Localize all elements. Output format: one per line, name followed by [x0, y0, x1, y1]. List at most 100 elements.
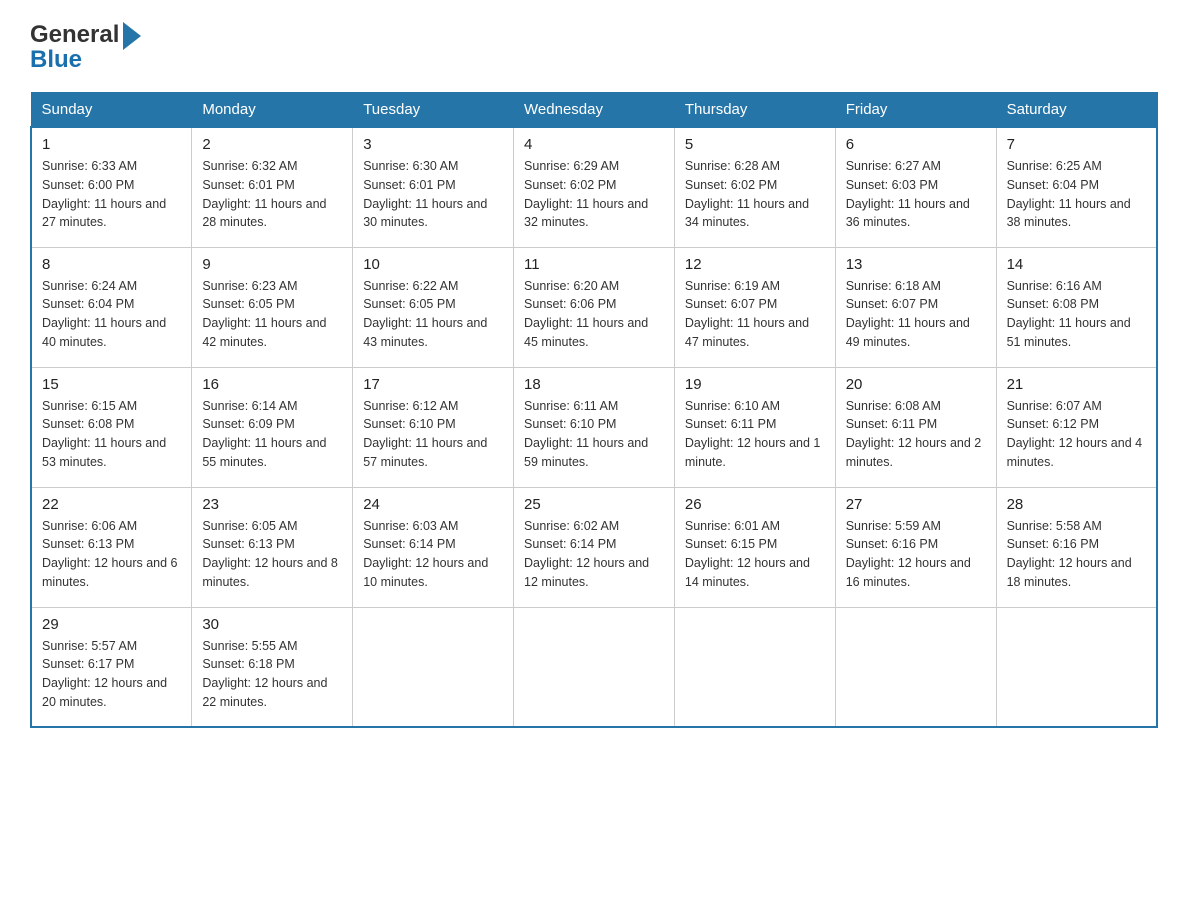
sunset-label: Sunset: 6:18 PM	[202, 657, 294, 671]
day-info: Sunrise: 6:18 AM Sunset: 6:07 PM Dayligh…	[846, 277, 986, 352]
calendar-week-row: 15 Sunrise: 6:15 AM Sunset: 6:08 PM Dayl…	[31, 367, 1157, 487]
sunrise-label: Sunrise: 6:20 AM	[524, 279, 619, 293]
calendar-day-cell	[996, 607, 1157, 727]
day-number: 2	[202, 136, 342, 153]
daylight-label: Daylight: 11 hours and 45 minutes.	[524, 316, 648, 349]
day-number: 1	[42, 136, 181, 153]
sunset-label: Sunset: 6:14 PM	[524, 537, 616, 551]
calendar-week-row: 1 Sunrise: 6:33 AM Sunset: 6:00 PM Dayli…	[31, 127, 1157, 247]
calendar-table: SundayMondayTuesdayWednesdayThursdayFrid…	[30, 92, 1158, 728]
calendar-day-cell: 20 Sunrise: 6:08 AM Sunset: 6:11 PM Dayl…	[835, 367, 996, 487]
sunrise-label: Sunrise: 5:55 AM	[202, 639, 297, 653]
day-number: 25	[524, 496, 664, 513]
day-info: Sunrise: 5:57 AM Sunset: 6:17 PM Dayligh…	[42, 637, 181, 712]
daylight-label: Daylight: 12 hours and 6 minutes.	[42, 556, 178, 589]
sunset-label: Sunset: 6:16 PM	[1007, 537, 1099, 551]
day-info: Sunrise: 6:01 AM Sunset: 6:15 PM Dayligh…	[685, 517, 825, 592]
day-info: Sunrise: 5:58 AM Sunset: 6:16 PM Dayligh…	[1007, 517, 1146, 592]
sunrise-label: Sunrise: 5:59 AM	[846, 519, 941, 533]
calendar-day-cell: 17 Sunrise: 6:12 AM Sunset: 6:10 PM Dayl…	[353, 367, 514, 487]
day-info: Sunrise: 6:06 AM Sunset: 6:13 PM Dayligh…	[42, 517, 181, 592]
sunrise-label: Sunrise: 6:32 AM	[202, 159, 297, 173]
day-info: Sunrise: 6:03 AM Sunset: 6:14 PM Dayligh…	[363, 517, 503, 592]
daylight-label: Daylight: 11 hours and 53 minutes.	[42, 436, 166, 469]
sunset-label: Sunset: 6:03 PM	[846, 178, 938, 192]
logo: General Blue	[30, 20, 141, 74]
calendar-day-cell: 2 Sunrise: 6:32 AM Sunset: 6:01 PM Dayli…	[192, 127, 353, 247]
calendar-day-cell: 9 Sunrise: 6:23 AM Sunset: 6:05 PM Dayli…	[192, 247, 353, 367]
daylight-label: Daylight: 12 hours and 1 minute.	[685, 436, 821, 469]
day-number: 22	[42, 496, 181, 513]
calendar-day-cell: 12 Sunrise: 6:19 AM Sunset: 6:07 PM Dayl…	[674, 247, 835, 367]
day-info: Sunrise: 6:02 AM Sunset: 6:14 PM Dayligh…	[524, 517, 664, 592]
sunset-label: Sunset: 6:05 PM	[363, 297, 455, 311]
day-of-week-header: Thursday	[674, 93, 835, 128]
logo-arrow-icon	[123, 22, 141, 50]
day-number: 4	[524, 136, 664, 153]
day-number: 16	[202, 376, 342, 393]
calendar-day-cell: 19 Sunrise: 6:10 AM Sunset: 6:11 PM Dayl…	[674, 367, 835, 487]
day-number: 12	[685, 256, 825, 273]
calendar-day-cell: 7 Sunrise: 6:25 AM Sunset: 6:04 PM Dayli…	[996, 127, 1157, 247]
day-info: Sunrise: 6:33 AM Sunset: 6:00 PM Dayligh…	[42, 157, 181, 232]
day-number: 13	[846, 256, 986, 273]
sunset-label: Sunset: 6:02 PM	[524, 178, 616, 192]
day-info: Sunrise: 6:25 AM Sunset: 6:04 PM Dayligh…	[1007, 157, 1146, 232]
day-info: Sunrise: 6:19 AM Sunset: 6:07 PM Dayligh…	[685, 277, 825, 352]
day-info: Sunrise: 6:14 AM Sunset: 6:09 PM Dayligh…	[202, 397, 342, 472]
day-info: Sunrise: 5:55 AM Sunset: 6:18 PM Dayligh…	[202, 637, 342, 712]
day-number: 11	[524, 256, 664, 273]
calendar-day-cell: 6 Sunrise: 6:27 AM Sunset: 6:03 PM Dayli…	[835, 127, 996, 247]
calendar-day-cell: 3 Sunrise: 6:30 AM Sunset: 6:01 PM Dayli…	[353, 127, 514, 247]
daylight-label: Daylight: 12 hours and 12 minutes.	[524, 556, 649, 589]
sunrise-label: Sunrise: 6:18 AM	[846, 279, 941, 293]
daylight-label: Daylight: 12 hours and 4 minutes.	[1007, 436, 1143, 469]
daylight-label: Daylight: 11 hours and 32 minutes.	[524, 197, 648, 230]
day-of-week-header: Wednesday	[514, 93, 675, 128]
daylight-label: Daylight: 12 hours and 18 minutes.	[1007, 556, 1132, 589]
calendar-day-cell: 25 Sunrise: 6:02 AM Sunset: 6:14 PM Dayl…	[514, 487, 675, 607]
day-number: 8	[42, 256, 181, 273]
sunrise-label: Sunrise: 5:58 AM	[1007, 519, 1102, 533]
daylight-label: Daylight: 11 hours and 59 minutes.	[524, 436, 648, 469]
day-number: 17	[363, 376, 503, 393]
sunrise-label: Sunrise: 6:24 AM	[42, 279, 137, 293]
sunrise-label: Sunrise: 6:27 AM	[846, 159, 941, 173]
sunrise-label: Sunrise: 6:23 AM	[202, 279, 297, 293]
calendar-day-cell: 18 Sunrise: 6:11 AM Sunset: 6:10 PM Dayl…	[514, 367, 675, 487]
day-info: Sunrise: 6:24 AM Sunset: 6:04 PM Dayligh…	[42, 277, 181, 352]
sunset-label: Sunset: 6:13 PM	[202, 537, 294, 551]
sunrise-label: Sunrise: 6:25 AM	[1007, 159, 1102, 173]
calendar-day-cell: 21 Sunrise: 6:07 AM Sunset: 6:12 PM Dayl…	[996, 367, 1157, 487]
daylight-label: Daylight: 11 hours and 38 minutes.	[1007, 197, 1131, 230]
day-info: Sunrise: 6:12 AM Sunset: 6:10 PM Dayligh…	[363, 397, 503, 472]
daylight-label: Daylight: 11 hours and 34 minutes.	[685, 197, 809, 230]
day-number: 30	[202, 616, 342, 633]
calendar-day-cell: 1 Sunrise: 6:33 AM Sunset: 6:00 PM Dayli…	[31, 127, 192, 247]
sunset-label: Sunset: 6:10 PM	[524, 417, 616, 431]
day-number: 7	[1007, 136, 1146, 153]
daylight-label: Daylight: 11 hours and 30 minutes.	[363, 197, 487, 230]
day-info: Sunrise: 6:30 AM Sunset: 6:01 PM Dayligh…	[363, 157, 503, 232]
sunrise-label: Sunrise: 6:30 AM	[363, 159, 458, 173]
day-number: 23	[202, 496, 342, 513]
sunset-label: Sunset: 6:01 PM	[363, 178, 455, 192]
day-number: 10	[363, 256, 503, 273]
sunset-label: Sunset: 6:14 PM	[363, 537, 455, 551]
sunset-label: Sunset: 6:00 PM	[42, 178, 134, 192]
daylight-label: Daylight: 11 hours and 40 minutes.	[42, 316, 166, 349]
sunset-label: Sunset: 6:06 PM	[524, 297, 616, 311]
day-info: Sunrise: 6:29 AM Sunset: 6:02 PM Dayligh…	[524, 157, 664, 232]
sunrise-label: Sunrise: 6:16 AM	[1007, 279, 1102, 293]
sunset-label: Sunset: 6:15 PM	[685, 537, 777, 551]
calendar-day-cell: 23 Sunrise: 6:05 AM Sunset: 6:13 PM Dayl…	[192, 487, 353, 607]
calendar-day-cell: 29 Sunrise: 5:57 AM Sunset: 6:17 PM Dayl…	[31, 607, 192, 727]
sunrise-label: Sunrise: 6:12 AM	[363, 399, 458, 413]
day-info: Sunrise: 6:11 AM Sunset: 6:10 PM Dayligh…	[524, 397, 664, 472]
sunrise-label: Sunrise: 6:28 AM	[685, 159, 780, 173]
sunrise-label: Sunrise: 6:22 AM	[363, 279, 458, 293]
sunset-label: Sunset: 6:09 PM	[202, 417, 294, 431]
sunrise-label: Sunrise: 6:06 AM	[42, 519, 137, 533]
calendar-day-cell: 30 Sunrise: 5:55 AM Sunset: 6:18 PM Dayl…	[192, 607, 353, 727]
sunrise-label: Sunrise: 6:08 AM	[846, 399, 941, 413]
